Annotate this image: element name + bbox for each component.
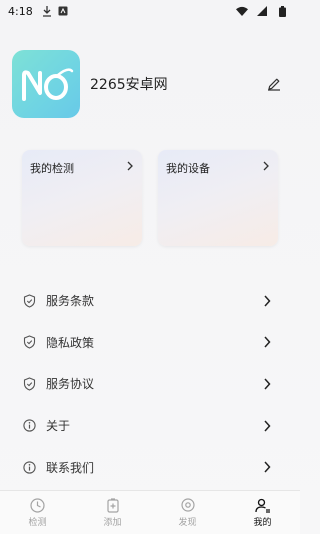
chevron-right-icon <box>126 160 134 174</box>
edit-profile-button[interactable] <box>264 74 284 94</box>
nav-tab-profile[interactable]: 我的 <box>233 497 293 528</box>
nav-tab-add[interactable]: 添加 <box>83 497 143 528</box>
nav-label: 发现 <box>178 518 197 528</box>
status-time: 4:18 <box>8 4 33 18</box>
card-my-detections[interactable]: 我的检测 <box>22 150 142 246</box>
settings-menu: 服务条款 隐私政策 服务协议 关于 联系我们 <box>0 280 300 488</box>
nav-label: 我的 <box>253 518 272 528</box>
menu-label: 联系我们 <box>46 460 95 475</box>
battery-icon <box>276 5 288 17</box>
signal-icon <box>256 5 268 17</box>
profile-icon <box>254 497 271 513</box>
chevron-right-icon <box>262 335 272 349</box>
menu-item-service-agreement[interactable]: 服务协议 <box>0 363 300 405</box>
username: 2265安卓网 <box>90 77 168 93</box>
menu-label: 关于 <box>46 419 71 434</box>
wifi-icon <box>236 5 248 17</box>
no-logo-icon <box>22 68 74 101</box>
add-icon <box>105 497 121 513</box>
detect-icon <box>30 497 46 513</box>
pencil-icon <box>268 78 280 91</box>
chevron-right-icon <box>262 377 272 391</box>
keyboard-icon <box>57 5 69 17</box>
chevron-right-icon <box>262 160 270 174</box>
chevron-right-icon <box>262 460 272 474</box>
chevron-right-icon <box>262 294 272 308</box>
chevron-right-icon <box>262 419 272 433</box>
card-label: 我的检测 <box>30 162 74 175</box>
shield-check-icon <box>22 377 36 391</box>
menu-item-terms[interactable]: 服务条款 <box>0 280 300 322</box>
status-bar: 4:18 <box>0 0 300 22</box>
card-label: 我的设备 <box>166 162 210 175</box>
info-icon <box>22 419 36 433</box>
shield-check-icon <box>22 335 36 349</box>
bottom-nav: 检测 添加 发现 我的 <box>0 490 300 534</box>
profile-header: 2265安卓网 <box>12 50 288 118</box>
shield-check-icon <box>22 294 36 308</box>
menu-label: 隐私政策 <box>46 335 95 350</box>
discover-icon <box>180 497 196 513</box>
download-icon <box>41 5 53 17</box>
card-my-devices[interactable]: 我的设备 <box>158 150 278 246</box>
nav-label: 添加 <box>103 518 122 528</box>
nav-label: 检测 <box>28 518 47 528</box>
avatar[interactable] <box>12 50 80 118</box>
nav-tab-detect[interactable]: 检测 <box>8 497 68 528</box>
menu-item-contact[interactable]: 联系我们 <box>0 446 300 488</box>
menu-item-about[interactable]: 关于 <box>0 405 300 447</box>
menu-label: 服务条款 <box>46 294 95 309</box>
menu-label: 服务协议 <box>46 377 95 392</box>
info-icon <box>22 460 36 474</box>
nav-tab-discover[interactable]: 发现 <box>158 497 218 528</box>
menu-item-privacy[interactable]: 隐私政策 <box>0 322 300 364</box>
feature-cards: 我的检测 我的设备 <box>22 150 278 246</box>
